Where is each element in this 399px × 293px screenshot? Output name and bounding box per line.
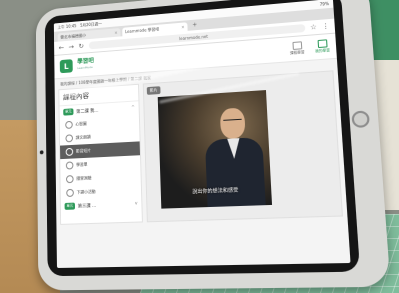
unit-badge: 單元: [64, 202, 76, 210]
header-nav: 課程學習 我的學習: [289, 39, 330, 56]
back-arrow-icon[interactable]: ←: [59, 44, 64, 52]
chapter-label: 第三課 ...: [77, 203, 97, 209]
url-text: learnmode.net: [179, 33, 209, 41]
audio-icon: [65, 134, 73, 143]
video-icon: [65, 147, 74, 156]
presenter-glasses: [223, 118, 242, 125]
chapter-label: 第二課 我...: [76, 108, 99, 115]
forward-arrow-icon[interactable]: →: [69, 43, 74, 51]
reload-icon[interactable]: ↻: [78, 42, 84, 50]
star-icon[interactable]: ☆: [310, 23, 317, 31]
close-icon[interactable]: ×: [114, 30, 117, 35]
home-button[interactable]: [351, 110, 370, 129]
site-logo-text: 學習吧 LearnMode: [77, 57, 94, 71]
camera-icon: [39, 150, 44, 155]
content-type-badge: 影片: [146, 86, 161, 95]
video-player[interactable]: 說出你的想法和感受: [157, 90, 273, 209]
course-sidebar: 課程內容 單元 第二課 我... ^ 心智圖 課文朗讀 影音短片 學習單 隨堂測…: [58, 83, 143, 225]
tab-label: 雲北市福德國小: [60, 32, 86, 40]
photo-background: 上午 10:45 5月20日週一 79% 雲北市福德國小 × Learnmode…: [0, 0, 399, 293]
tablet-screen: 上午 10:45 5月20日週一 79% 雲北市福德國小 × Learnmode…: [53, 0, 351, 268]
book-icon: [291, 41, 302, 51]
content-panel: 影片 說出你的想法和感受: [142, 70, 344, 223]
chevron-up-icon: ^: [131, 105, 135, 111]
mindmap-icon: [65, 120, 73, 129]
worksheet-icon: [65, 161, 74, 170]
activity-icon: [66, 188, 74, 197]
chevron-down-icon: v: [134, 201, 138, 207]
quiz-icon: [66, 175, 74, 184]
learnmode-logo-icon[interactable]: L: [59, 59, 73, 74]
nav-course-learning[interactable]: 課程學習: [289, 41, 305, 56]
folder-icon: [317, 39, 328, 49]
menu-icon[interactable]: ⋮: [322, 22, 330, 31]
battery-level: 79%: [319, 1, 330, 7]
new-tab-icon[interactable]: +: [189, 21, 200, 29]
close-icon[interactable]: ×: [181, 24, 184, 29]
unit-badge: 單元: [63, 108, 74, 116]
site-logo-sub: LearnMode: [77, 65, 93, 71]
tablet-device: 上午 10:45 5月20日週一 79% 雲北市福德國小 × Learnmode…: [35, 0, 391, 291]
nav-my-learning[interactable]: 我的學習: [314, 39, 330, 54]
tab-label: Learnmode 學習吧: [125, 26, 160, 34]
status-time: 上午 10:45: [57, 22, 77, 30]
chapter-selector-next[interactable]: 單元 第三課 ... v: [61, 197, 142, 213]
